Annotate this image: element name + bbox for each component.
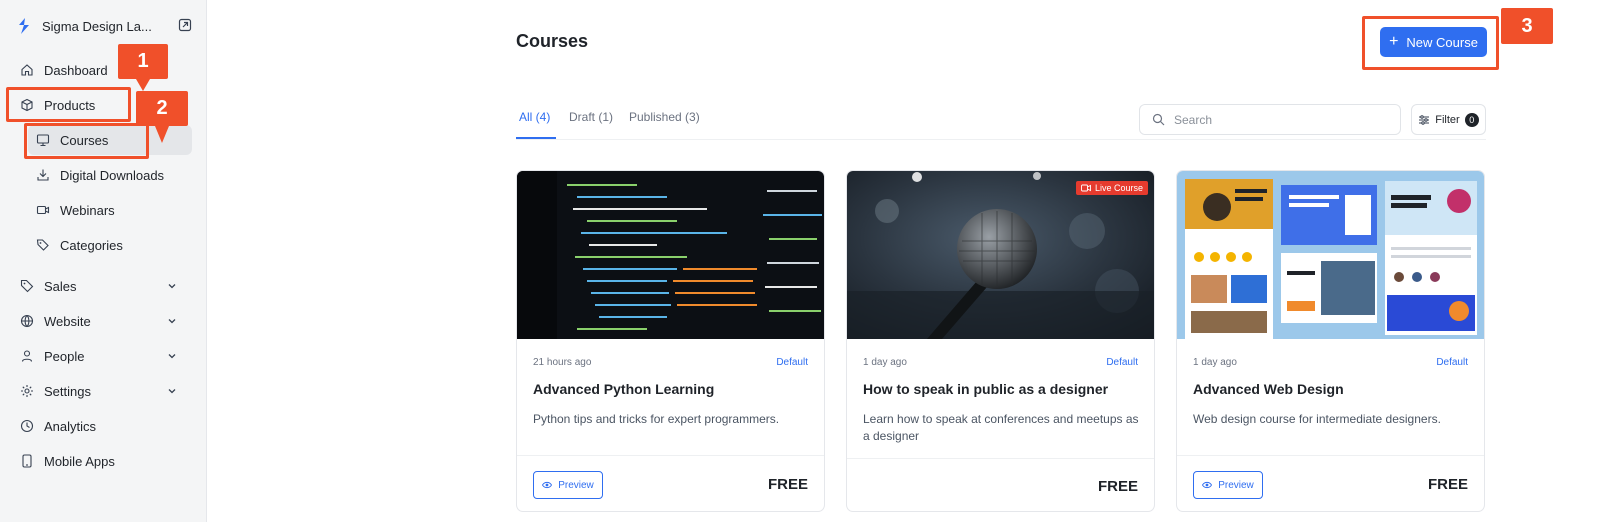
course-time: 1 day ago <box>1193 357 1237 368</box>
search-icon <box>1152 113 1165 126</box>
preview-button[interactable]: Preview <box>533 471 603 499</box>
globe-icon <box>20 314 34 328</box>
course-tag: Default <box>776 357 808 368</box>
sidebar-item-label: Categories <box>60 237 123 253</box>
video-camera-icon <box>1081 184 1091 192</box>
course-price: FREE <box>1097 478 1138 495</box>
gear-icon <box>21 385 33 397</box>
sidebar-item-label: Settings <box>44 383 91 399</box>
sidebar-item-label: Dashboard <box>44 62 108 78</box>
eye-icon <box>542 481 553 489</box>
callout-highlight-courses <box>24 123 149 159</box>
chevron-down-icon <box>168 319 176 324</box>
course-price: FREE <box>767 476 808 493</box>
search-field[interactable] <box>1139 104 1401 135</box>
sidebar: Sigma Design La... Dashboard Products Co… <box>0 0 207 522</box>
course-price: FREE <box>1427 476 1468 493</box>
preview-label: Preview <box>558 479 594 491</box>
sidebar-item-label: People <box>44 348 85 364</box>
course-card[interactable]: 21 hours ago Default Advanced Python Lea… <box>516 170 825 512</box>
tags-icon <box>36 239 49 251</box>
course-tag: Default <box>1436 357 1468 368</box>
card-divider <box>847 458 1154 459</box>
home-icon <box>21 64 33 76</box>
tab-all[interactable]: All (4) <box>519 110 550 124</box>
sidebar-item-analytics[interactable]: Analytics <box>12 411 192 441</box>
course-card[interactable]: 1 day ago Default Advanced Web Design We… <box>1176 170 1485 512</box>
preview-button[interactable]: Preview <box>1193 471 1263 499</box>
chevron-down-icon <box>168 354 176 359</box>
user-icon <box>21 350 33 362</box>
sidebar-item-label: Digital Downloads <box>60 167 165 183</box>
filter-button[interactable]: Filter 0 <box>1411 104 1486 135</box>
new-course-button[interactable]: + New Course <box>1380 27 1487 57</box>
course-title[interactable]: Advanced Python Learning <box>533 381 813 397</box>
card-divider <box>517 455 824 456</box>
course-card[interactable]: Live Course 1 day ago Default How to spe… <box>846 170 1155 512</box>
chevron-down-icon <box>168 284 176 289</box>
course-description: Web design course for intermediate desig… <box>1193 412 1441 426</box>
sidebar-item-mobile-apps[interactable]: Mobile Apps <box>12 446 192 476</box>
preview-label: Preview <box>1218 479 1254 491</box>
sidebar-item-label: Webinars <box>60 202 115 218</box>
chevron-down-icon <box>168 389 176 394</box>
sidebar-item-digital-downloads[interactable]: Digital Downloads <box>28 160 192 190</box>
sidebar-item-settings[interactable]: Settings <box>12 376 192 406</box>
sidebar-item-website[interactable]: Website <box>12 306 192 336</box>
video-icon <box>36 205 50 215</box>
callout-tail-2 <box>155 126 169 143</box>
callout-badge-3: 3 <box>1501 8 1553 44</box>
course-time: 21 hours ago <box>533 357 592 368</box>
callout-badge-2: 2 <box>136 91 188 126</box>
sidebar-item-label: Website <box>44 313 91 329</box>
eye-icon <box>1202 481 1213 489</box>
sidebar-item-people[interactable]: People <box>12 341 192 371</box>
course-thumbnail-web-design <box>1177 171 1484 339</box>
filter-count-badge: 0 <box>1464 112 1479 127</box>
active-tab-indicator <box>516 137 556 139</box>
sidebar-item-sales[interactable]: Sales <box>12 271 192 301</box>
external-link-icon[interactable] <box>178 18 192 32</box>
brand-name: Sigma Design La... <box>42 18 152 34</box>
clock-icon <box>20 419 34 433</box>
sidebar-item-label: Mobile Apps <box>44 453 115 469</box>
sidebar-item-label: Analytics <box>44 418 97 434</box>
course-tag: Default <box>1106 357 1138 368</box>
course-description: Learn how to speak at conferences and me… <box>863 412 1139 443</box>
course-time: 1 day ago <box>863 357 907 368</box>
course-title[interactable]: Advanced Web Design <box>1193 381 1473 397</box>
sliders-icon <box>1419 114 1430 125</box>
live-course-badge: Live Course <box>1075 181 1148 195</box>
live-course-label: Live Course <box>1094 183 1143 193</box>
callout-badge-1: 1 <box>118 44 168 79</box>
callout-highlight-products <box>6 87 131 122</box>
course-thumbnail-microphone: Live Course <box>847 171 1154 339</box>
tag-icon <box>20 279 34 293</box>
phone-icon <box>22 454 32 468</box>
tab-draft[interactable]: Draft (1) <box>569 110 613 124</box>
course-thumbnail-code <box>517 171 824 339</box>
brand-logo-icon <box>19 18 29 34</box>
course-description: Python tips and tricks for expert progra… <box>533 412 780 426</box>
sidebar-item-webinars[interactable]: Webinars <box>28 195 192 225</box>
sidebar-item-categories[interactable]: Categories <box>28 230 192 260</box>
filter-label: Filter <box>1435 113 1460 126</box>
card-divider <box>1177 455 1484 456</box>
brand[interactable]: Sigma Design La... <box>16 14 192 38</box>
plus-icon: + <box>1389 33 1399 50</box>
search-input[interactable] <box>1174 112 1374 127</box>
tabs-divider <box>516 139 1486 140</box>
new-course-label: New Course <box>1406 34 1478 50</box>
course-title[interactable]: How to speak in public as a designer <box>863 381 1143 397</box>
download-icon <box>37 169 49 181</box>
tab-published[interactable]: Published (3) <box>629 110 700 124</box>
page-title: Courses <box>516 31 589 51</box>
sidebar-item-label: Sales <box>44 278 77 294</box>
callout-tail-1 <box>136 79 150 91</box>
